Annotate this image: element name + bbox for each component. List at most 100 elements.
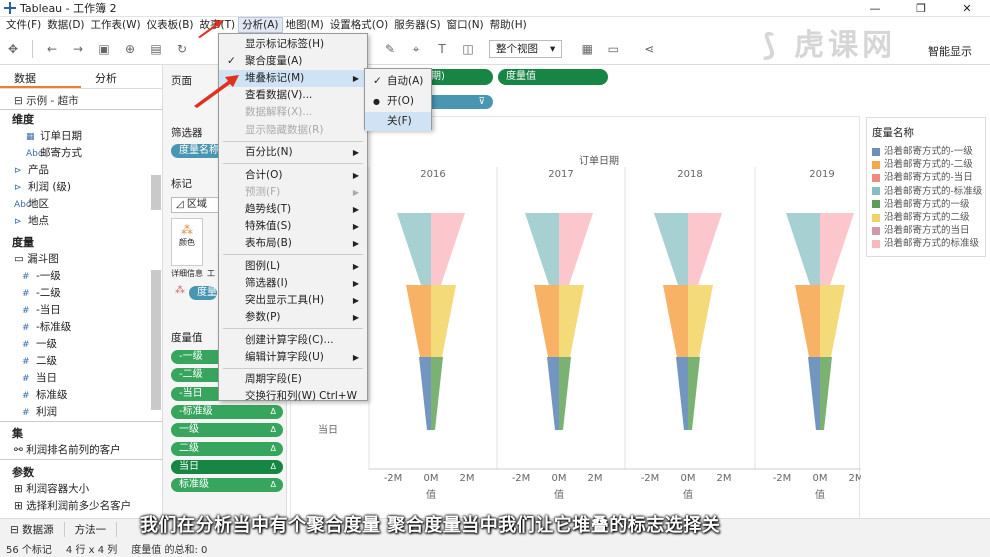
analysis-menu-item[interactable]: 突出显示工具(H) ▶ [219, 292, 367, 309]
stack-option[interactable]: 自动(A) ✓ [365, 72, 431, 91]
set-item[interactable]: ⚯ 利润排名前列的客户 [0, 440, 162, 457]
analysis-menu-item[interactable]: 百分比(N) ▶ [219, 144, 367, 161]
tab-data[interactable]: 数据 [0, 65, 81, 88]
fit-view-select[interactable]: 整个视图 ▾ [489, 39, 563, 58]
save-icon[interactable]: ▣ [93, 38, 115, 60]
area-mark[interactable] [397, 213, 431, 285]
measure-field[interactable]: # -二级 [0, 283, 162, 300]
menu-5[interactable]: 分析(A) [238, 17, 283, 33]
area-mark[interactable] [820, 213, 854, 285]
detail-button[interactable]: 详细信息 [171, 268, 203, 280]
measure-value-pill[interactable]: -标准级 Δ [171, 404, 283, 419]
area-mark[interactable] [431, 357, 443, 430]
rows-dimension-pill[interactable]: ⊽ [425, 95, 493, 109]
analysis-menu-item[interactable]: 编辑计算字段(U) ▶ [219, 349, 367, 366]
close-button[interactable]: ✕ [944, 0, 990, 17]
show-cards-icon[interactable]: ▦ [576, 38, 598, 60]
analysis-menu-item[interactable]: 创建计算字段(C)... [219, 332, 367, 349]
legend-item[interactable]: 沿着邮寄方式的-当日 [872, 169, 973, 183]
analysis-menu-item[interactable]: 图例(L) ▶ [219, 258, 367, 275]
pin-icon[interactable]: ◫ [457, 38, 479, 60]
measure-value-pill[interactable]: 二级 Δ [171, 441, 283, 456]
measure-field[interactable]: # 标准级 [0, 385, 162, 402]
area-mark[interactable] [406, 285, 431, 357]
measure-value-pill[interactable]: 一级 Δ [171, 423, 283, 438]
area-mark[interactable] [559, 285, 584, 357]
area-mark[interactable] [431, 285, 456, 357]
pause-updates-icon[interactable]: ▤ [145, 38, 167, 60]
columns-date-pill[interactable]: 期) [425, 69, 493, 85]
area-mark[interactable] [534, 285, 559, 357]
measure-field[interactable]: # 当日 [0, 368, 162, 385]
tableau-home-icon[interactable]: ✥ [2, 38, 24, 60]
menu-8[interactable]: 服务器(S) [391, 17, 443, 33]
area-mark[interactable] [820, 285, 845, 357]
analysis-menu-item[interactable]: 表布局(B) ▶ [219, 235, 367, 252]
dimension-field[interactable]: ⊳ 产品 [0, 160, 162, 177]
menu-9[interactable]: 窗口(N) [444, 17, 487, 33]
analysis-menu-item[interactable]: 聚合度量(A) ✓ [219, 53, 367, 70]
analysis-menu-item[interactable]: 显示标记标签(H) [219, 36, 367, 53]
menu-7[interactable]: 设置格式(O) [327, 17, 391, 33]
area-mark[interactable] [795, 285, 820, 357]
dimension-field[interactable]: Abc邮寄方式 [0, 143, 162, 160]
analysis-menu-item[interactable]: 周期字段(E) [219, 371, 367, 388]
area-mark[interactable] [419, 357, 431, 430]
legend-item[interactable]: 沿着邮寄方式的二级 [872, 209, 970, 223]
refresh-icon[interactable]: ↻ [171, 38, 193, 60]
area-mark[interactable] [786, 213, 820, 285]
analysis-menu-item[interactable]: 交换行和列(W) Ctrl+W [219, 388, 367, 405]
area-mark[interactable] [525, 213, 559, 285]
area-mark[interactable] [688, 285, 713, 357]
area-mark[interactable] [654, 213, 688, 285]
area-mark[interactable] [431, 213, 465, 285]
highlight-icon[interactable]: ✎ [379, 38, 401, 60]
menu-3[interactable]: 仪表板(B) [144, 17, 197, 33]
legend-item[interactable]: 沿着邮寄方式的-标准级 [872, 183, 982, 197]
area-mark[interactable] [663, 285, 688, 357]
dimension-field[interactable]: ▦ 订单日期 [0, 126, 162, 143]
analysis-menu-item[interactable]: 筛选器(I) ▶ [219, 275, 367, 292]
menu-2[interactable]: 工作表(W) [88, 17, 144, 33]
parameter-item[interactable]: ⊞ 利润容器大小 [0, 479, 162, 496]
measure-value-pill[interactable]: 当日 Δ [171, 459, 283, 474]
minimize-button[interactable]: — [852, 0, 898, 17]
parameter-item[interactable]: ⊞ 选择利润前多少名客户 [0, 496, 162, 513]
measure-field[interactable]: # 二级 [0, 351, 162, 368]
columns-measure-pill[interactable]: 度量值 [498, 69, 608, 85]
area-mark[interactable] [559, 357, 571, 430]
dimension-field[interactable]: ⊳ 利润 (级) [0, 177, 162, 194]
analysis-menu-item[interactable]: 趋势线(T) ▶ [219, 201, 367, 218]
analysis-menu-item[interactable]: 参数(P) ▶ [219, 309, 367, 326]
area-mark[interactable] [688, 213, 722, 285]
area-mark[interactable] [688, 357, 700, 430]
stack-option[interactable]: 开(O) ● [365, 92, 431, 111]
tooltip-button[interactable]: 工 [207, 268, 217, 280]
new-data-source-icon[interactable]: ⊕ [119, 38, 141, 60]
tab-sheet[interactable]: 方法一 [65, 522, 118, 537]
stack-option[interactable]: 关(F) [365, 112, 431, 131]
legend-item[interactable]: 沿着邮寄方式的标准级 [872, 235, 979, 249]
area-mark[interactable] [559, 213, 593, 285]
analysis-menu-item[interactable]: 合计(O) ▶ [219, 167, 367, 184]
measure-field[interactable]: # 利润 [0, 402, 162, 419]
marks-measure-pill[interactable]: 度量 [189, 286, 217, 300]
undo-icon[interactable]: ← [41, 38, 63, 60]
area-mark[interactable] [820, 357, 832, 430]
analysis-menu-item[interactable]: 特殊值(S) ▶ [219, 218, 367, 235]
scrollbar-thumb[interactable] [151, 270, 161, 410]
area-mark[interactable] [808, 357, 820, 430]
dimension-field[interactable]: ⊳ 地点 [0, 211, 162, 228]
measure-field[interactable]: # -当日 [0, 300, 162, 317]
measure-field[interactable]: # -标准级 [0, 317, 162, 334]
color-button[interactable]: ⁂ 颜色 [171, 218, 203, 266]
dimension-field[interactable]: Abc地区 [0, 194, 162, 211]
smart-show-button[interactable]: 智能显示 [928, 43, 972, 59]
data-source-item[interactable]: ⊟ 示例 - 超市 [0, 89, 162, 109]
legend-item[interactable]: 沿着邮寄方式的当日 [872, 222, 970, 236]
area-mark[interactable] [676, 357, 688, 430]
measure-field[interactable]: # -一级 [0, 266, 162, 283]
menu-0[interactable]: 文件(F) [3, 17, 44, 33]
measure-value-pill[interactable]: 标准级 Δ [171, 478, 283, 493]
menu-10[interactable]: 帮助(H) [487, 17, 530, 33]
